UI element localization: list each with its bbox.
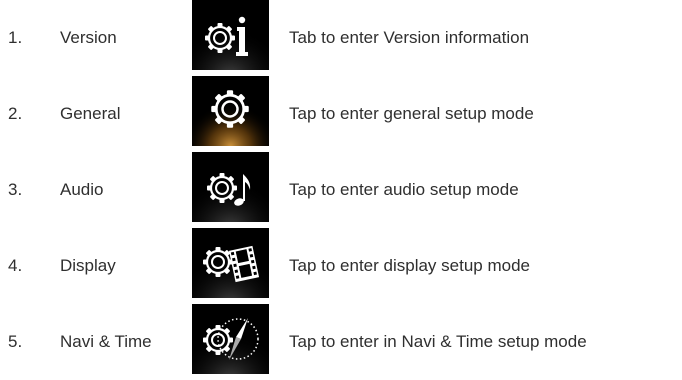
item-name: Audio [60,180,104,199]
item-number: 5. [8,332,23,351]
list-item-general: 2. General Tap to enter general setup mo… [0,76,682,152]
gear-music-note-icon[interactable] [192,152,269,222]
list-item-display: 4. Display Tap to enter display setup mo… [0,228,682,304]
item-name: General [60,104,121,123]
list-item-version: 1. Version Tab to enter Version informat… [0,0,682,76]
item-name: Navi & Time [60,332,152,351]
item-description: Tap to enter general setup mode [289,104,534,123]
item-name: Version [60,28,117,47]
item-description: Tap to enter in Navi & Time setup mode [289,332,587,351]
gear-compass-icon[interactable] [192,304,269,374]
item-name: Display [60,256,116,275]
list-item-audio: 3. Audio Tap to enter audio setup mode [0,152,682,228]
item-number: 1. [8,28,23,47]
item-description: Tap to enter audio setup mode [289,180,519,199]
item-number: 2. [8,104,23,123]
gear-info-icon[interactable] [192,0,269,70]
item-number: 4. [8,256,23,275]
gear-film-icon[interactable] [192,228,269,298]
list-item-navi-time: 5. Navi & Time Tap to enter in Navi & Ti… [0,304,682,380]
item-description: Tab to enter Version information [289,28,530,47]
item-description: Tap to enter display setup mode [289,256,530,275]
gear-icon[interactable] [192,76,269,146]
item-number: 3. [8,180,23,199]
